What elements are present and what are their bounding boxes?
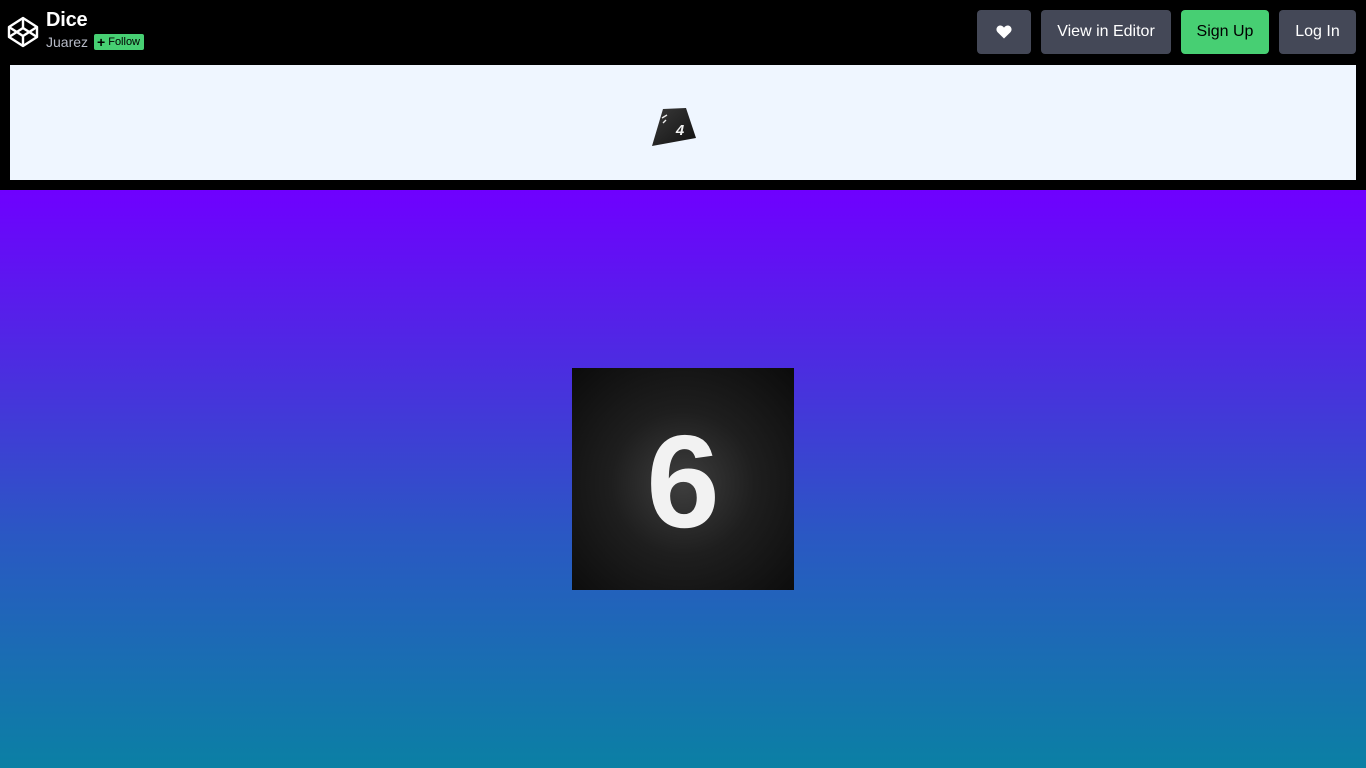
mini-die-value: 4 (675, 122, 685, 139)
author-link[interactable]: Juarez (46, 34, 88, 50)
top-bar: Dice Juarez + Follow View in Editor Sign… (0, 0, 1366, 65)
heart-icon (996, 25, 1012, 39)
plus-icon: + (97, 34, 106, 50)
pen-title-block: Dice Juarez + Follow (46, 8, 145, 50)
die[interactable]: 6 (572, 368, 794, 590)
codepen-logo-icon[interactable] (7, 16, 39, 48)
sign-up-button[interactable]: Sign Up (1181, 10, 1269, 54)
preview-strip: 4 (10, 65, 1356, 180)
pen-title: Dice (46, 9, 88, 31)
heart-button[interactable] (977, 10, 1031, 54)
die-value: 6 (646, 408, 720, 555)
follow-label: Follow (108, 36, 141, 48)
mini-die[interactable]: 4 (651, 106, 697, 146)
log-in-button[interactable]: Log In (1279, 10, 1356, 54)
view-in-editor-button[interactable]: View in Editor (1041, 10, 1171, 54)
dice-stage: 6 (0, 190, 1366, 768)
author-row: Juarez + Follow (46, 34, 145, 50)
follow-button[interactable]: + Follow (94, 34, 145, 50)
